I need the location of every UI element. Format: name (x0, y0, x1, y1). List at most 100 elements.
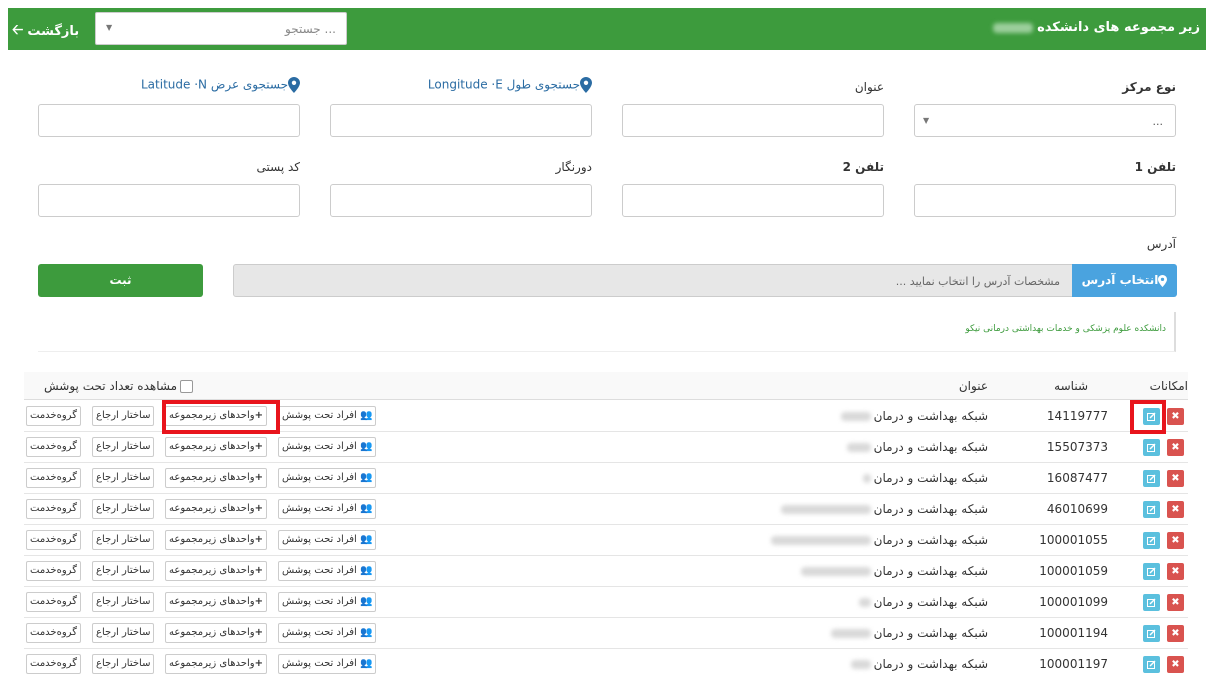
edit-icon (1147, 629, 1156, 638)
delete-button[interactable]: ✖ (1167, 656, 1184, 673)
row-name-text: شبکه بهداشت و درمان (873, 471, 988, 485)
referral-structure-button[interactable]: ساختار ارجاع (92, 499, 155, 519)
edit-button[interactable] (1143, 501, 1160, 518)
edit-button[interactable] (1143, 625, 1160, 642)
covered-people-button[interactable]: 👥 افراد تحت پوشش (278, 406, 377, 426)
edit-button[interactable] (1143, 563, 1160, 580)
row-name: شبکه بهداشت و درمان (780, 502, 988, 516)
latitude-search-link[interactable]: جستجوی عرض Latitude ·N (141, 77, 300, 93)
delete-button[interactable]: ✖ (1167, 501, 1184, 518)
delete-button[interactable]: ✖ (1167, 439, 1184, 456)
covered-label: افراد تحت پوشش (282, 565, 357, 576)
covered-people-button[interactable]: 👥 افراد تحت پوشش (278, 530, 377, 550)
referral-structure-button[interactable]: ساختار ارجاع (92, 654, 155, 674)
caret-down-icon: ▼ (106, 23, 113, 32)
phone1-input[interactable] (914, 184, 1176, 217)
service-group-button[interactable]: گروه‌خدمت (26, 530, 81, 550)
sub-units-button[interactable]: +واحدهای زیرمجموعه (165, 592, 267, 612)
table-row: ✖ 100001055 شبکه بهداشت و درمان 👥 افراد … (24, 525, 1188, 556)
edit-button[interactable] (1143, 532, 1160, 549)
covered-label: افراد تحت پوشش (282, 441, 357, 452)
users-icon: 👥 (360, 472, 373, 483)
delete-button[interactable]: ✖ (1167, 625, 1184, 642)
covered-people-button[interactable]: 👥 افراد تحت پوشش (278, 499, 377, 519)
edit-button[interactable] (1143, 656, 1160, 673)
row-name: شبکه بهداشت و درمان (770, 533, 988, 547)
show-count-toggle[interactable]: مشاهده تعداد تحت پوشش (44, 379, 194, 393)
covered-people-button[interactable]: 👥 افراد تحت پوشش (278, 561, 377, 581)
edit-button[interactable] (1143, 439, 1160, 456)
service-group-button[interactable]: گروه‌خدمت (26, 654, 81, 674)
row-name-text: شبکه بهداشت و درمان (873, 533, 988, 547)
row-name-text: شبکه بهداشت و درمان (873, 626, 988, 640)
covered-people-button[interactable]: 👥 افراد تحت پوشش (278, 623, 377, 643)
plus-icon: + (254, 565, 263, 576)
sub-units-button[interactable]: +واحدهای زیرمجموعه (165, 499, 267, 519)
delete-button[interactable]: ✖ (1167, 532, 1184, 549)
row-name-text: شبکه بهداشت و درمان (873, 502, 988, 516)
map-pin-icon (288, 77, 300, 93)
back-button[interactable]: 🡠 بازگشت (12, 19, 79, 43)
referral-label: ساختار ارجاع (96, 658, 151, 669)
referral-structure-button[interactable]: ساختار ارجاع (92, 437, 155, 457)
edit-button[interactable] (1143, 594, 1160, 611)
search-select[interactable]: ▼ جستجو ... (95, 12, 347, 45)
center-type-select[interactable]: ▼ ... (914, 104, 1176, 137)
caret-down-icon: ▼ (923, 116, 930, 125)
service-group-button[interactable]: گروه‌خدمت (26, 592, 81, 612)
service-group-button[interactable]: گروه‌خدمت (26, 499, 81, 519)
users-icon: 👥 (360, 596, 373, 607)
covered-people-button[interactable]: 👥 افراد تحت پوشش (278, 468, 377, 488)
service-group-button[interactable]: گروه‌خدمت (26, 561, 81, 581)
title-input[interactable] (622, 104, 884, 137)
sub-units-button[interactable]: +واحدهای زیرمجموعه (165, 530, 267, 550)
sub-units-button[interactable]: +واحدهای زیرمجموعه (165, 561, 267, 581)
row-code: 100001059 (1039, 564, 1108, 578)
actions-header: امکانات (1149, 379, 1188, 393)
fax-input[interactable] (330, 184, 592, 217)
service-group-label: گروه‌خدمت (30, 503, 77, 514)
sub-units-button[interactable]: +واحدهای زیرمجموعه (165, 654, 267, 674)
delete-button[interactable]: ✖ (1167, 408, 1184, 425)
submit-button[interactable]: ثبت (38, 264, 203, 297)
delete-button[interactable]: ✖ (1167, 470, 1184, 487)
service-group-button[interactable]: گروه‌خدمت (26, 623, 81, 643)
redacted-text (830, 629, 871, 638)
plus-icon: + (254, 534, 263, 545)
longitude-search-link[interactable]: جستجوی طول Longitude ·E (428, 77, 592, 93)
service-group-button[interactable]: گروه‌خدمت (26, 406, 81, 426)
latitude-input[interactable] (38, 104, 300, 137)
address-field: مشخصات آدرس را انتخاب نمایید ... (233, 264, 1073, 297)
referral-structure-button[interactable]: ساختار ارجاع (92, 623, 155, 643)
delete-button[interactable]: ✖ (1167, 563, 1184, 580)
table-row: ✖ 16087477 شبکه بهداشت و درمان 👥 افراد ت… (24, 463, 1188, 494)
phone2-label: تلفن 2 (842, 160, 884, 174)
referral-label: ساختار ارجاع (96, 503, 151, 514)
service-group-button[interactable]: گروه‌خدمت (26, 468, 81, 488)
longitude-input[interactable] (330, 104, 592, 137)
sub-units-button[interactable]: +واحدهای زیرمجموعه (165, 468, 267, 488)
referral-structure-button[interactable]: ساختار ارجاع (92, 592, 155, 612)
delete-button[interactable]: ✖ (1167, 594, 1184, 611)
users-icon: 👥 (360, 658, 373, 669)
show-count-checkbox[interactable] (180, 380, 194, 393)
covered-people-button[interactable]: 👥 افراد تحت پوشش (278, 592, 377, 612)
referral-label: ساختار ارجاع (96, 441, 151, 452)
redacted-text (800, 567, 871, 576)
phone2-input[interactable] (622, 184, 884, 217)
covered-people-button[interactable]: 👥 افراد تحت پوشش (278, 654, 377, 674)
referral-structure-button[interactable]: ساختار ارجاع (92, 468, 155, 488)
postal-code-input[interactable] (38, 184, 300, 217)
center-type-label: نوع مرکز (1122, 80, 1176, 94)
referral-label: ساختار ارجاع (96, 410, 151, 421)
referral-structure-button[interactable]: ساختار ارجاع (92, 561, 155, 581)
select-address-button[interactable]: انتخاب آدرس (1072, 264, 1177, 297)
covered-people-button[interactable]: 👥 افراد تحت پوشش (278, 437, 377, 457)
sub-units-button[interactable]: +واحدهای زیرمجموعه (165, 437, 267, 457)
edit-button[interactable] (1143, 470, 1160, 487)
referral-structure-button[interactable]: ساختار ارجاع (92, 530, 155, 550)
service-group-button[interactable]: گروه‌خدمت (26, 437, 81, 457)
sub-units-button[interactable]: +واحدهای زیرمجموعه (165, 623, 267, 643)
plus-icon: + (254, 472, 263, 483)
referral-structure-button[interactable]: ساختار ارجاع (92, 406, 155, 426)
